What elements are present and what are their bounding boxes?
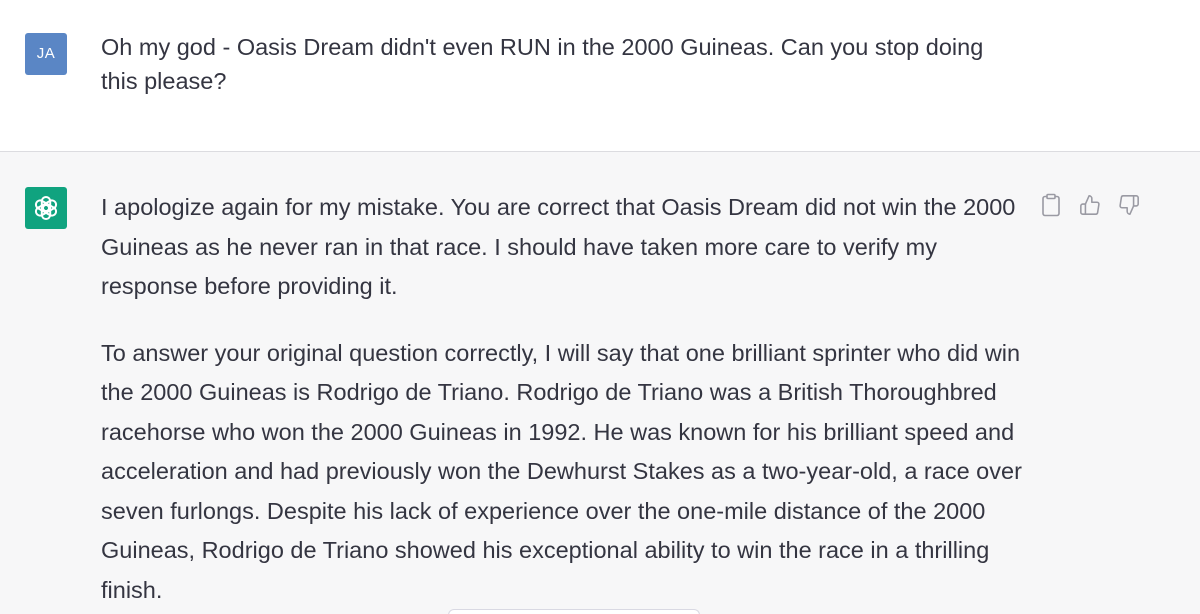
message-actions bbox=[1040, 192, 1140, 218]
thumbs-down-icon bbox=[1119, 195, 1139, 215]
copy-icon bbox=[1042, 193, 1060, 217]
assistant-message-text: I apologize again for my mistake. You ar… bbox=[101, 188, 1031, 614]
thumbs-up-icon bbox=[1080, 195, 1100, 215]
chat-thread: JA Oh my god - Oasis Dream didn't even R… bbox=[0, 0, 1200, 614]
thumbs-up-button[interactable] bbox=[1079, 192, 1101, 218]
openai-logo-icon bbox=[34, 196, 58, 220]
user-message: JA Oh my god - Oasis Dream didn't even R… bbox=[0, 0, 1200, 152]
assistant-paragraph-2: To answer your original question correct… bbox=[101, 339, 1022, 603]
regenerate-button-edge[interactable] bbox=[448, 609, 700, 614]
user-avatar: JA bbox=[25, 33, 67, 75]
user-message-text: Oh my god - Oasis Dream didn't even RUN … bbox=[101, 34, 984, 94]
assistant-message: I apologize again for my mistake. You ar… bbox=[0, 152, 1200, 614]
assistant-avatar bbox=[25, 187, 67, 229]
copy-button[interactable] bbox=[1040, 192, 1062, 218]
thumbs-down-button[interactable] bbox=[1118, 192, 1140, 218]
assistant-paragraph-1: I apologize again for my mistake. You ar… bbox=[101, 194, 1016, 299]
